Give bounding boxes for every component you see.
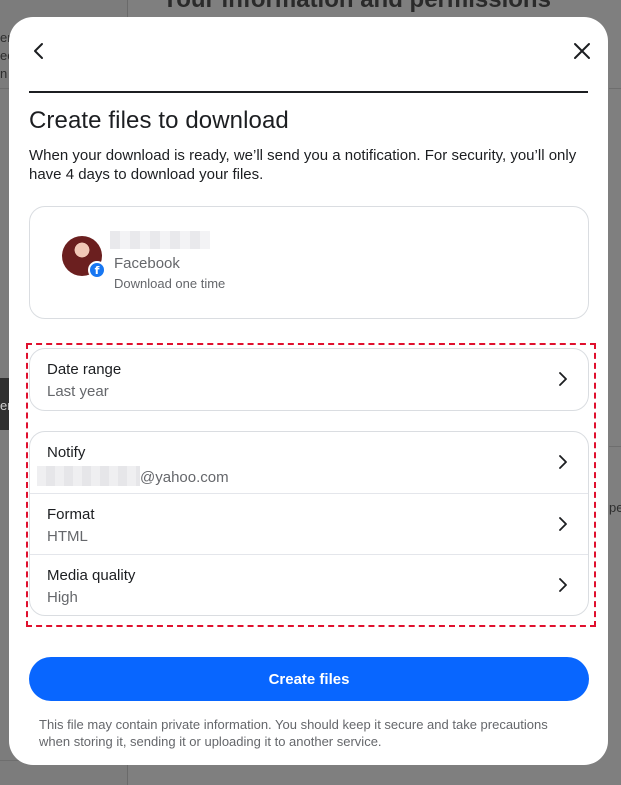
create-files-dialog: Create files to download When your downl… (9, 17, 608, 765)
close-icon (574, 43, 590, 59)
header-divider (29, 91, 588, 93)
dialog-title: Create files to download (29, 107, 289, 134)
facebook-logo-icon: f (88, 261, 106, 279)
background-divider (609, 446, 621, 447)
create-files-button[interactable]: Create files (29, 657, 589, 701)
highlight-annotation-box (26, 343, 596, 627)
background-text-fragment: pe (609, 500, 621, 515)
background-divider (609, 88, 621, 89)
dialog-description: When your download is ready, we’ll send … (29, 147, 577, 183)
close-button[interactable] (564, 33, 600, 69)
back-arrow-icon (34, 43, 43, 59)
back-button[interactable] (21, 33, 57, 69)
account-platform: Facebook (114, 255, 180, 272)
account-download-frequency: Download one time (114, 276, 226, 291)
privacy-disclaimer: This file may contain private informatio… (39, 717, 548, 749)
redacted-account-name (110, 231, 210, 249)
account-card: f Facebook Download one time (29, 206, 589, 319)
background-text-fragment: n (0, 66, 8, 81)
background-page-title: Your information and permissions (162, 0, 551, 14)
